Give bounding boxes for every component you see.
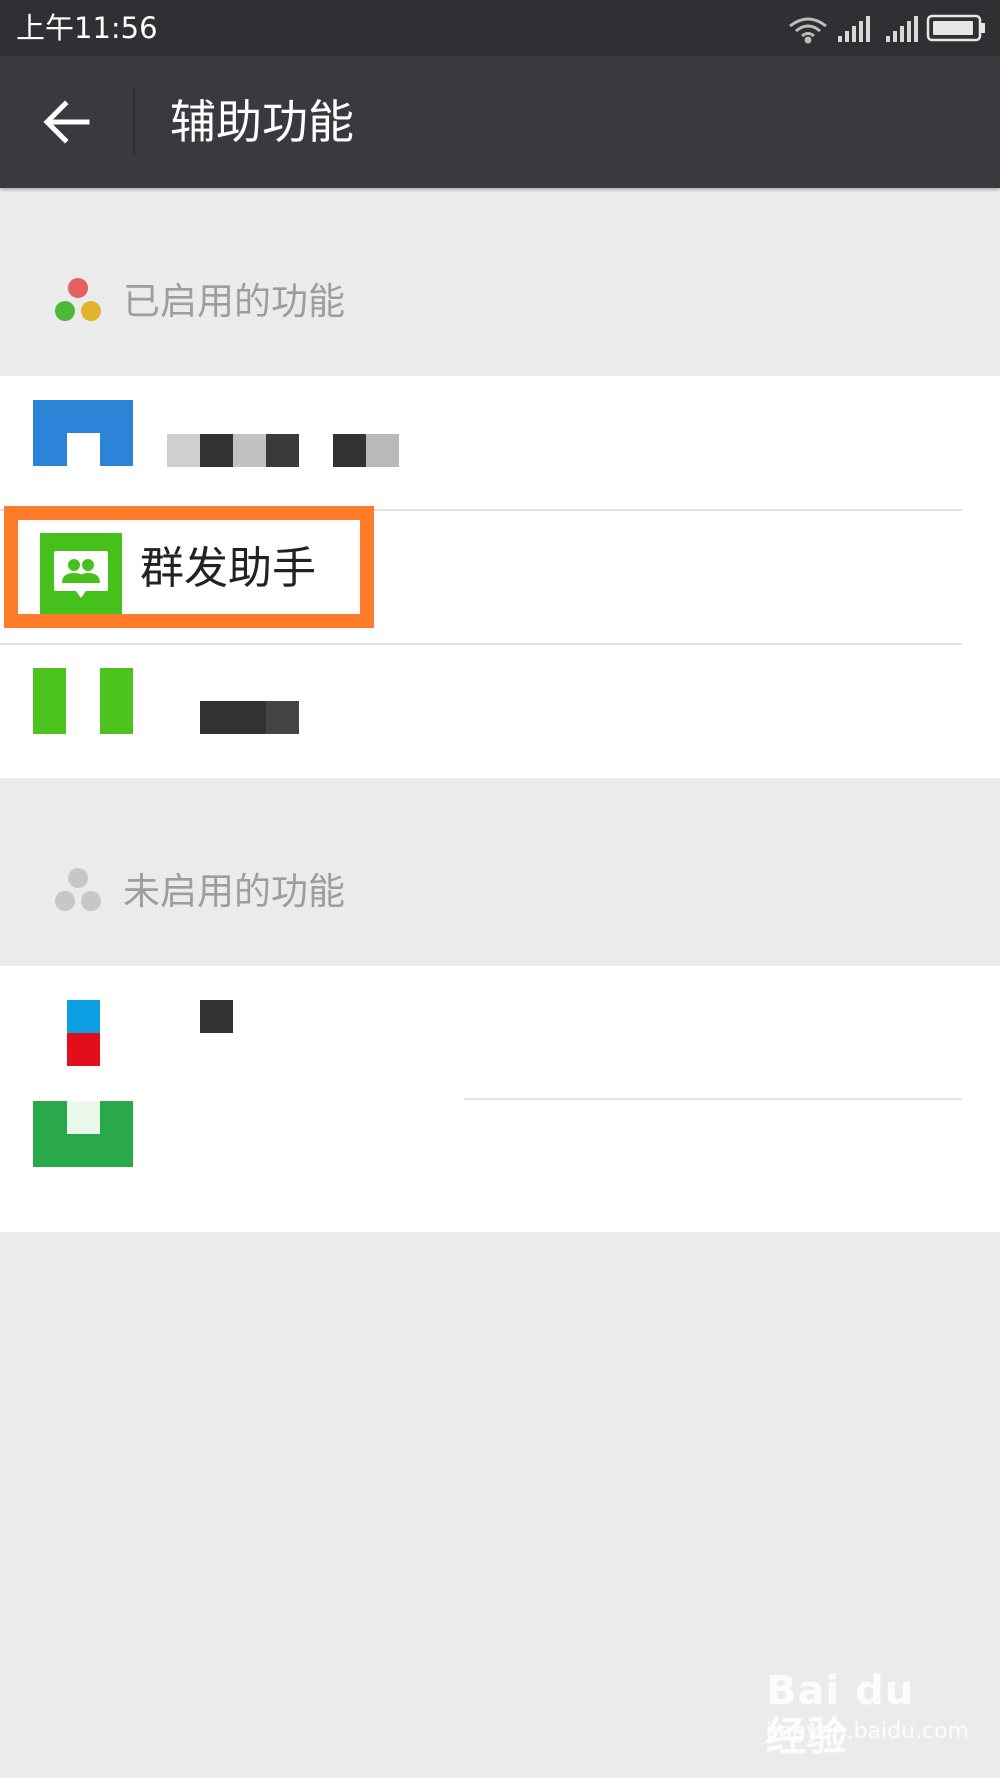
- wifi-icon: [789, 17, 827, 44]
- watermark-url: jingyan.baidu.com: [766, 1719, 970, 1744]
- back-button[interactable]: [26, 88, 108, 156]
- arrow-left-icon: [43, 100, 90, 144]
- enabled-section-title: 已启用的功能: [123, 280, 345, 323]
- three-dots-gray-icon: [55, 868, 101, 911]
- three-dots-colored-icon: [55, 278, 101, 321]
- signal-icon: [838, 16, 870, 42]
- list-item[interactable]: [0, 376, 1000, 509]
- watermark-brand: Bai du 经验: [766, 1668, 915, 1760]
- list-item[interactable]: [0, 966, 1000, 1099]
- status-icons: [788, 12, 988, 44]
- highlight-box: [4, 506, 374, 628]
- app-bar-divider: [133, 88, 135, 154]
- signal-icon: [886, 16, 918, 42]
- disabled-section-header: 未启用的功能: [0, 852, 1000, 932]
- enabled-section-header: 已启用的功能: [0, 262, 1000, 342]
- battery-icon: [926, 14, 985, 42]
- status-time: 上午11:56: [16, 11, 158, 45]
- app-bar: 辅助功能: [0, 56, 1000, 188]
- disabled-feature-list: [0, 966, 1000, 1232]
- status-bar: 上午11:56: [0, 0, 1000, 56]
- list-item[interactable]: [0, 1100, 1000, 1233]
- list-item[interactable]: [0, 645, 1000, 778]
- disabled-section-title: 未启用的功能: [123, 870, 345, 913]
- watermark: Bai du 经验 jingyan.baidu.com: [766, 1668, 969, 1760]
- page-title: 辅助功能: [170, 95, 354, 149]
